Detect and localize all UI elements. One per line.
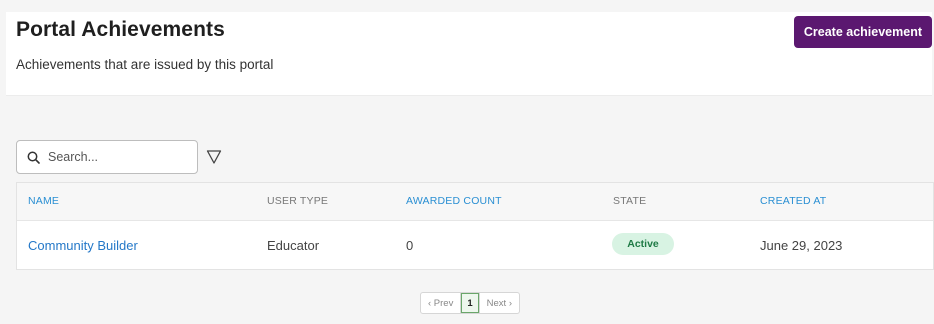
search-input[interactable] [48, 150, 188, 164]
column-header-created-at[interactable]: CREATED AT [760, 195, 826, 207]
pagination-prev-button[interactable]: ‹ Prev [421, 293, 462, 313]
user-type-cell: Educator [267, 238, 320, 253]
column-header-user-type: USER TYPE [267, 195, 329, 207]
column-header-name[interactable]: NAME [28, 195, 59, 207]
page-title: Portal Achievements [16, 18, 225, 41]
page-header: Portal Achievements Achievements that ar… [6, 12, 932, 96]
filter-icon[interactable] [206, 149, 222, 165]
page: Portal Achievements Achievements that ar… [0, 0, 934, 324]
pagination-next-button[interactable]: Next › [478, 293, 519, 313]
column-header-awarded-count[interactable]: AWARDED COUNT [406, 195, 502, 207]
pagination-page-1[interactable]: 1 [461, 293, 479, 313]
achievements-table: NAME USER TYPE AWARDED COUNT STATE CREAT… [16, 182, 934, 270]
create-achievement-button[interactable]: Create achievement [793, 16, 932, 48]
search-box[interactable] [16, 140, 198, 174]
page-subtitle: Achievements that are issued by this por… [16, 57, 274, 72]
table-row[interactable]: Community Builder Educator 0 Active June… [17, 221, 933, 269]
pagination: ‹ Prev 1 Next › [420, 292, 520, 314]
awarded-count-cell: 0 [406, 238, 414, 253]
column-header-state: STATE [613, 195, 647, 207]
achievement-name-link[interactable]: Community Builder [28, 238, 138, 253]
status-badge: Active [612, 233, 674, 255]
created-at-cell: June 29, 2023 [760, 238, 843, 253]
search-icon [27, 151, 40, 164]
table-header: NAME USER TYPE AWARDED COUNT STATE CREAT… [17, 183, 933, 221]
